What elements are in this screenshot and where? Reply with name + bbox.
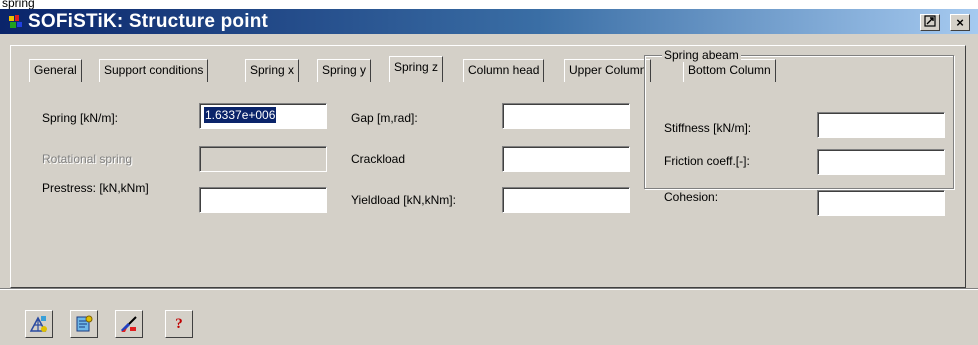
gap-input[interactable]: [502, 103, 630, 129]
gap-label: Gap [m,rad]:: [351, 111, 418, 125]
spring-input[interactable]: 1.6337e+006: [199, 103, 327, 129]
pin-button[interactable]: [920, 14, 940, 31]
tab-spring-z[interactable]: Spring z: [389, 56, 444, 82]
spring-label: Spring [kN/m]:: [42, 111, 119, 125]
prestress-input[interactable]: [199, 187, 327, 213]
pin-icon: [924, 15, 936, 27]
spring-abeam-title: Spring abeam: [662, 48, 741, 62]
spring-value: 1.6337e+006: [204, 107, 277, 123]
window-title: SOFiSTiK: Structure point: [28, 11, 269, 32]
help-button[interactable]: ?: [165, 310, 193, 338]
settings-button[interactable]: [70, 310, 98, 338]
help-icon: ?: [175, 315, 183, 332]
tab-spring-x[interactable]: Spring x: [245, 59, 300, 82]
app-icon: [8, 14, 24, 30]
friction-label: Friction coeff.[-]:: [664, 154, 750, 168]
crackload-input[interactable]: [502, 146, 630, 172]
tab-upper-column[interactable]: Upper Column: [564, 59, 652, 82]
close-button[interactable]: ×: [950, 14, 970, 31]
friction-input[interactable]: [817, 149, 945, 175]
rotational-spring-input: [199, 146, 327, 172]
tab-general[interactable]: General: [29, 59, 82, 82]
brush-button[interactable]: [115, 310, 143, 338]
stiffness-input[interactable]: [817, 112, 945, 138]
yieldload-label: Yieldload [kN,kNm]:: [351, 193, 456, 207]
brush-icon: [120, 316, 137, 333]
tab-column-head[interactable]: Column head: [463, 59, 545, 82]
cohesion-label: Cohesion:: [664, 190, 719, 204]
settings-icon: [76, 315, 93, 332]
yieldload-input[interactable]: [502, 187, 630, 213]
prestress-label: Prestress: [kN,kNm]: [42, 181, 149, 195]
rotational-spring-label: Rotational spring: [42, 152, 133, 166]
stiffness-label: Stiffness [kN/m]:: [664, 121, 752, 135]
structure-edit-button[interactable]: [25, 310, 53, 338]
title-bar[interactable]: SOFiSTiK: Structure point ×: [0, 9, 978, 34]
crackload-label: Crackload: [351, 152, 406, 166]
tab-spring-y[interactable]: Spring y: [317, 59, 372, 82]
tab-support-conditions[interactable]: Support conditions: [99, 59, 209, 82]
structure-edit-icon: [29, 316, 47, 332]
close-icon: ×: [956, 15, 964, 30]
separator: [0, 288, 978, 290]
cohesion-input[interactable]: [817, 190, 945, 216]
